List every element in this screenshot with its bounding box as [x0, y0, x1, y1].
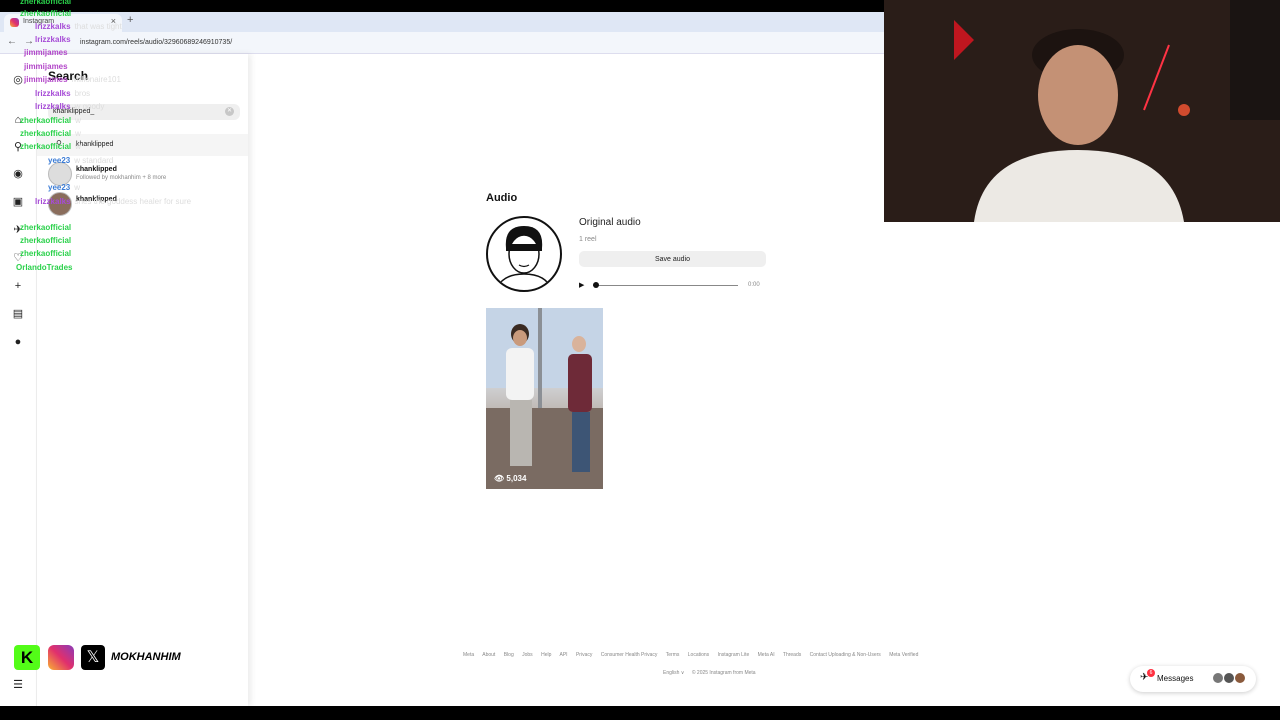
reel-scene-icon: [486, 308, 603, 489]
avatar: [48, 192, 72, 216]
messages-label: Messages: [1157, 674, 1194, 683]
reels-icon[interactable]: ▣: [11, 195, 25, 209]
tab-close-icon[interactable]: ×: [111, 16, 116, 26]
footer-link[interactable]: Locations: [688, 652, 709, 658]
browser-tabstrip: Instagram × +: [0, 12, 884, 32]
audio-progress-track[interactable]: [593, 285, 738, 286]
avatar: [1234, 672, 1246, 684]
messages-button[interactable]: ✈ 6 Messages: [1130, 666, 1256, 692]
tab-title: Instagram: [23, 18, 55, 25]
suggestion-text: khanklipped: [76, 141, 114, 148]
audio-heading: Audio: [486, 192, 518, 204]
profile-icon[interactable]: ●: [11, 335, 25, 349]
home-icon[interactable]: ⌂: [11, 113, 25, 127]
copyright: © 2025 Instagram from Meta: [691, 670, 756, 676]
search-icon: ⚲: [56, 139, 62, 148]
kick-icon: K: [14, 645, 40, 670]
search-input[interactable]: khanklipped_ ✕: [48, 104, 240, 120]
footer-links: Meta About Blog Jobs Help API Privacy Co…: [463, 652, 983, 658]
footer-link[interactable]: Meta AI: [758, 652, 775, 658]
social-handle: MOKHANHIM: [111, 651, 181, 663]
x-icon: 𝕏: [81, 645, 105, 670]
footer-link[interactable]: Terms: [666, 652, 680, 658]
messages-icon[interactable]: ✈: [11, 223, 25, 237]
audio-avatar[interactable]: [486, 216, 562, 292]
reel-views: 👁 5,034: [494, 474, 526, 483]
avatar: [48, 162, 72, 186]
forward-icon[interactable]: →: [24, 36, 34, 47]
notifications-icon[interactable]: ♡: [11, 251, 25, 265]
instagram-icon[interactable]: ◎: [11, 73, 25, 87]
view-count: 5,034: [506, 474, 527, 483]
more-icon[interactable]: ☰: [11, 678, 25, 692]
result-name: khanklipped: [76, 166, 117, 173]
search-query: khanklipped_: [53, 108, 95, 115]
search-result[interactable]: khanklipped Followed by mokhanhim + 8 mo…: [48, 162, 238, 188]
search-result[interactable]: khanklipped: [48, 192, 238, 218]
instagram-logo-icon: [48, 645, 74, 670]
footer-link[interactable]: API: [560, 652, 568, 658]
search-suggestion[interactable]: ⚲ khanklipped: [37, 134, 248, 156]
face-illustration-icon: [495, 226, 553, 290]
footer-link[interactable]: Privacy: [576, 652, 592, 658]
explore-icon[interactable]: ◉: [11, 167, 25, 181]
footer-link[interactable]: Contact Uploading & Non-Users: [810, 652, 881, 658]
streamer-camera-icon: [884, 0, 1280, 222]
footer-link[interactable]: Consumer Health Privacy: [601, 652, 658, 658]
reel-thumbnail[interactable]: 👁 5,034: [486, 308, 603, 489]
audio-time: 0:00: [748, 282, 760, 288]
result-sub: Followed by mokhanhim + 8 more: [76, 175, 167, 181]
save-audio-button[interactable]: Save audio: [579, 251, 766, 267]
footer-meta: English ∨ © 2025 Instagram from Meta: [663, 670, 756, 676]
webcam-overlay: [884, 0, 1280, 222]
browser-tab[interactable]: Instagram ×: [4, 14, 122, 32]
messages-badge: 6: [1147, 669, 1155, 677]
audio-progress-knob[interactable]: [593, 282, 599, 288]
search-panel: Search khanklipped_ ✕ ⚲ khanklipped khan…: [37, 54, 248, 706]
back-icon[interactable]: ←: [7, 36, 17, 47]
search-title: Search: [48, 69, 89, 83]
nav-rail: ◎ ⌂ ⚲ ◉ ▣ ✈ ♡ + ▤ ● ☰: [0, 54, 37, 706]
footer-link[interactable]: Blog: [504, 652, 514, 658]
chat-message: zherkaofficial: [20, 0, 72, 6]
result-name: khanklipped: [76, 196, 117, 203]
new-tab-icon[interactable]: +: [127, 14, 133, 26]
play-icon[interactable]: ▶: [579, 281, 584, 289]
footer-link[interactable]: Meta: [463, 652, 474, 658]
instagram-favicon-icon: [10, 18, 19, 27]
footer-link[interactable]: Help: [541, 652, 551, 658]
reel-count: 1 reel: [579, 236, 597, 243]
clear-icon[interactable]: ✕: [225, 107, 234, 116]
eye-icon: 👁: [494, 474, 505, 483]
search-icon[interactable]: ⚲: [11, 140, 25, 154]
address-bar: ← → instagram.com/reels/audio/3296068924…: [0, 32, 884, 54]
footer-link[interactable]: About: [482, 652, 495, 658]
footer-link[interactable]: Meta Verified: [889, 652, 918, 658]
audio-title: Original audio: [579, 217, 641, 228]
footer-link[interactable]: Threads: [783, 652, 801, 658]
url-field[interactable]: instagram.com/reels/audio/32960689246910…: [80, 39, 232, 46]
dashboard-icon[interactable]: ▤: [11, 307, 25, 321]
create-icon[interactable]: +: [11, 279, 25, 293]
language-select[interactable]: English ∨: [663, 670, 684, 676]
footer-link[interactable]: Instagram Lite: [718, 652, 750, 658]
audio-player: ▶ 0:00: [579, 281, 764, 291]
footer-link[interactable]: Jobs: [522, 652, 533, 658]
